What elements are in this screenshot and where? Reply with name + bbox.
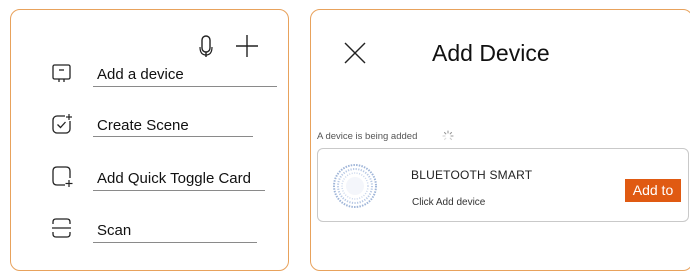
- add-device-panel: Add Device A device is being added BLUET…: [310, 9, 690, 271]
- add-to-button[interactable]: Add to: [625, 179, 681, 202]
- status-text: A device is being added: [317, 131, 418, 142]
- page-title: Add Device: [432, 40, 550, 66]
- menu-item-create-scene[interactable]: Create Scene: [41, 108, 277, 142]
- device-hint: Click Add device: [412, 197, 486, 208]
- divider: [93, 242, 257, 243]
- menu-item-label: Add a device: [97, 66, 184, 83]
- menu-item-label: Add Quick Toggle Card: [97, 170, 251, 187]
- close-icon[interactable]: [342, 40, 368, 66]
- scene-check-icon: [50, 112, 74, 136]
- divider: [93, 190, 265, 191]
- menu-item-label: Scan: [97, 222, 132, 239]
- device-name: BLUETOOTH SMART: [411, 168, 533, 182]
- quick-menu-panel: Add a device Create Scene Add Quick Togg…: [10, 9, 289, 271]
- divider: [93, 136, 253, 137]
- menu-item-scan[interactable]: Scan: [41, 212, 277, 246]
- divider: [93, 86, 277, 87]
- bluetooth-device-image: [332, 163, 378, 209]
- scan-icon: [50, 216, 74, 240]
- menu-item-add-device[interactable]: Add a device: [41, 56, 277, 90]
- menu-item-add-quick-toggle-card[interactable]: Add Quick Toggle Card: [41, 160, 277, 194]
- menu-item-label: Create Scene: [97, 117, 189, 134]
- device-card[interactable]: BLUETOOTH SMART Click Add device Add to: [317, 148, 689, 222]
- device-frame-icon: [50, 60, 74, 84]
- quick-toggle-card-icon: [50, 164, 74, 188]
- loading-spinner-icon: [442, 129, 454, 141]
